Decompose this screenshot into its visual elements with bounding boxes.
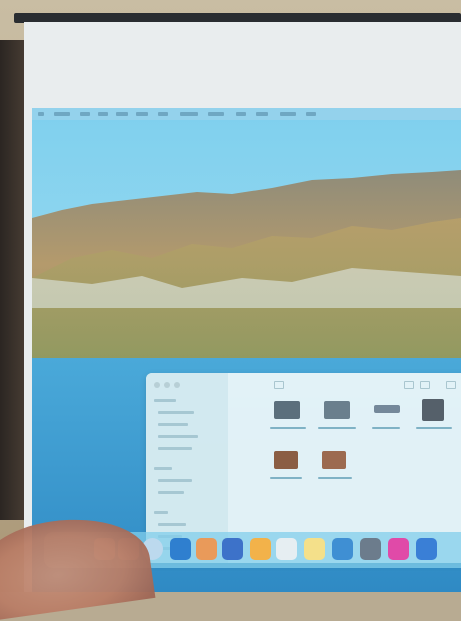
sidebar-item[interactable] xyxy=(158,479,192,482)
close-dot-icon[interactable] xyxy=(154,382,160,388)
sidebar-item[interactable] xyxy=(158,435,198,438)
maps-icon[interactable] xyxy=(304,538,325,560)
sidebar-item[interactable] xyxy=(158,491,184,494)
sidebar-item[interactable] xyxy=(158,411,194,414)
settings-icon[interactable] xyxy=(416,538,437,560)
view-icon[interactable] xyxy=(404,381,414,389)
file-thumbnail[interactable] xyxy=(322,451,346,469)
facetime-icon[interactable] xyxy=(360,538,381,560)
notes-icon[interactable] xyxy=(250,538,271,560)
file-thumbnail[interactable] xyxy=(374,405,400,413)
minimize-dot-icon[interactable] xyxy=(164,382,170,388)
menu-item xyxy=(236,112,246,116)
menu-item xyxy=(256,112,268,116)
file-thumbnail[interactable] xyxy=(274,451,298,469)
projector-screen xyxy=(24,22,461,592)
calendar-icon[interactable] xyxy=(222,538,243,560)
menu-item xyxy=(98,112,108,116)
search-icon[interactable] xyxy=(446,381,456,389)
menu-item xyxy=(116,112,128,116)
sidebar-heading xyxy=(154,399,176,402)
sidebar-item[interactable] xyxy=(158,523,186,526)
file-label xyxy=(372,427,400,429)
file-label xyxy=(270,477,302,479)
music-icon[interactable] xyxy=(388,538,409,560)
photos-icon[interactable] xyxy=(196,538,217,560)
menu-item xyxy=(136,112,148,116)
projected-desktop xyxy=(32,108,461,592)
menu-item xyxy=(80,112,90,116)
menu-item xyxy=(54,112,70,116)
group-icon[interactable] xyxy=(420,381,430,389)
mail-icon[interactable] xyxy=(170,538,191,560)
file-thumbnail[interactable] xyxy=(324,401,350,419)
file-label xyxy=(416,427,452,429)
menu-item xyxy=(180,112,198,116)
menu-item xyxy=(306,112,316,116)
reminders-icon[interactable] xyxy=(276,538,297,560)
messages-icon[interactable] xyxy=(332,538,353,560)
apple-icon xyxy=(38,112,44,116)
file-label xyxy=(318,427,356,429)
file-thumbnail[interactable] xyxy=(422,399,444,421)
back-icon[interactable] xyxy=(274,381,284,389)
file-thumbnail[interactable] xyxy=(274,401,300,419)
file-label xyxy=(318,477,352,479)
file-label xyxy=(270,427,306,429)
sidebar-heading xyxy=(154,511,168,514)
menu-item xyxy=(280,112,296,116)
sidebar-heading xyxy=(154,467,172,470)
menubar xyxy=(32,108,461,120)
sidebar-item[interactable] xyxy=(158,447,192,450)
menu-item xyxy=(158,112,168,116)
menu-item xyxy=(208,112,224,116)
zoom-dot-icon[interactable] xyxy=(174,382,180,388)
sidebar-item[interactable] xyxy=(158,423,188,426)
